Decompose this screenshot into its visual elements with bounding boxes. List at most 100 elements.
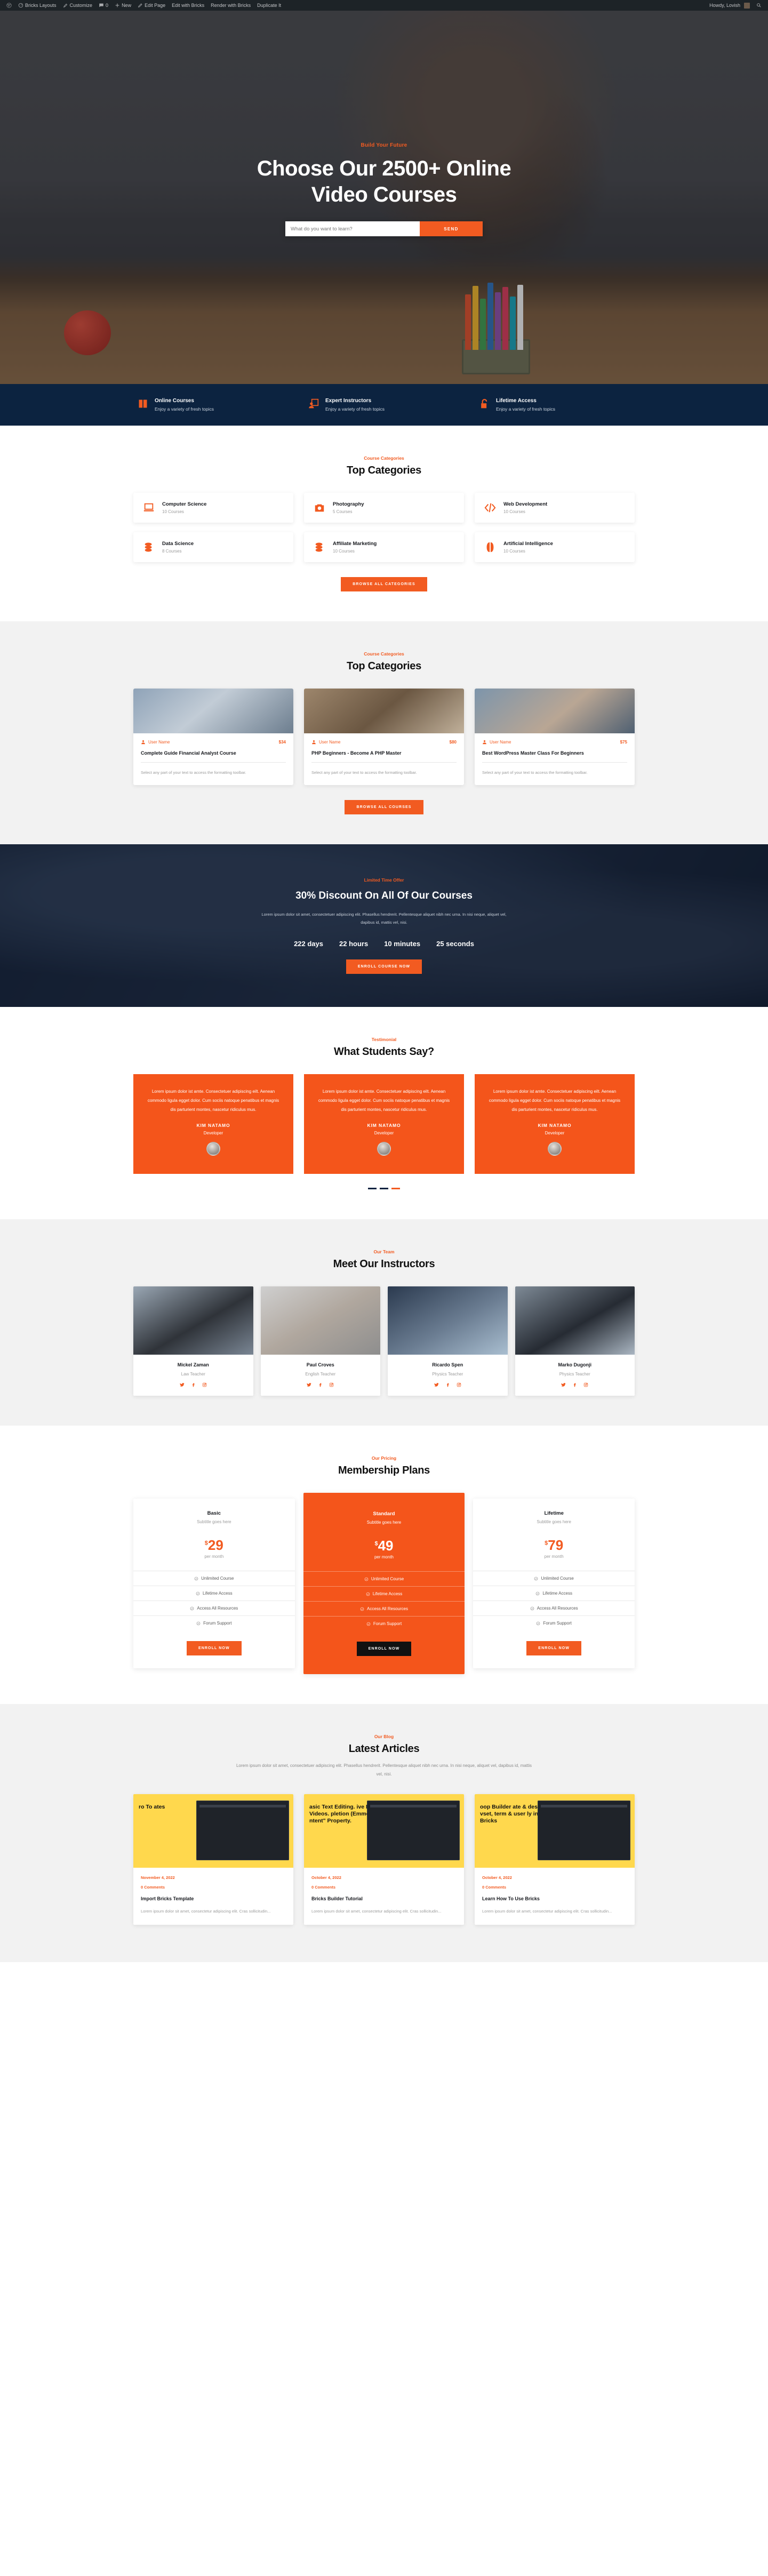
enroll-now-button[interactable]: ENROLL NOW: [186, 1641, 242, 1656]
blog-post-card[interactable]: oop Builder ate & design vset, term & us…: [475, 1794, 635, 1925]
admin-bar-account[interactable]: Howdy, Lovish: [706, 0, 753, 11]
countdown-hours: 22 hours: [339, 940, 369, 948]
admin-bar-item-edit-page[interactable]: Edit Page: [134, 0, 169, 11]
check-circle-icon: [537, 1621, 540, 1626]
feature-subtitle: Enjoy a variety of fresh topics: [325, 406, 385, 412]
instagram-icon[interactable]: [583, 1382, 588, 1387]
facebook-icon[interactable]: [191, 1382, 196, 1387]
twitter-icon[interactable]: [561, 1382, 566, 1387]
facebook-icon[interactable]: [572, 1382, 577, 1387]
facebook-icon[interactable]: [318, 1382, 323, 1387]
plan-amount: 29: [207, 1537, 223, 1554]
carousel-dot-3[interactable]: [391, 1188, 400, 1190]
category-card[interactable]: Web Development 10 Courses: [475, 493, 635, 523]
carousel-dot-1[interactable]: [368, 1188, 377, 1190]
admin-bar-item-new[interactable]: New: [111, 0, 134, 11]
carousel-dot-2[interactable]: [380, 1188, 388, 1190]
course-card[interactable]: User Name $75 Best WordPress Master Clas…: [475, 689, 635, 785]
enroll-now-button[interactable]: ENROLL NOW: [356, 1642, 412, 1657]
instructor-card[interactable]: Mickel Zaman Law Teacher: [133, 1286, 253, 1396]
post-excerpt: Lorem ipsum dolor sit amet, consectetur …: [141, 1908, 271, 1914]
admin-bar-label: Customize: [69, 3, 93, 8]
admin-bar-greeting: Howdy, Lovish: [709, 3, 740, 8]
enroll-now-button[interactable]: ENROLL NOW: [526, 1641, 581, 1656]
facebook-icon[interactable]: [445, 1382, 450, 1387]
blog-post-card[interactable]: asic Text Editing. ive BG Videos. pletio…: [304, 1794, 464, 1925]
plan-feature: Unlimited Course: [133, 1571, 295, 1586]
hero-eyebrow: Build Your Future: [361, 142, 407, 148]
admin-bar-item-bricks-layouts[interactable]: Bricks Layouts: [15, 0, 60, 11]
twitter-icon[interactable]: [307, 1382, 311, 1387]
wordpress-logo-item[interactable]: [3, 0, 15, 11]
instructor-role: Law Teacher: [181, 1372, 205, 1377]
plan-subtitle: Subtitle goes here: [537, 1519, 571, 1525]
instructor-name: Mickel Zaman: [177, 1362, 209, 1368]
blog-post-card[interactable]: ro To ates November 4, 2022 0 Comments I…: [133, 1794, 293, 1925]
plan-feature-label: Lifetime Access: [203, 1591, 233, 1596]
hero-title: Choose Our 2500+ Online Video Courses: [257, 156, 511, 208]
plan-amount: 49: [378, 1538, 394, 1554]
admin-bar-label: Bricks Layouts: [25, 3, 57, 8]
categories-container: Course Categories Top Categories Compute…: [133, 455, 635, 591]
admin-bar-item-customize[interactable]: Customize: [60, 0, 96, 11]
post-thumbnail: asic Text Editing. ive BG Videos. pletio…: [304, 1794, 464, 1868]
feature-subtitle: Enjoy a variety of fresh topics: [496, 406, 556, 412]
enroll-course-now-button[interactable]: ENROLL COURSE NOW: [346, 959, 422, 974]
avatar: [744, 2, 750, 9]
plan-feature: Access All Resources: [133, 1601, 295, 1615]
instructor-card[interactable]: Paul Croves English Teacher: [260, 1286, 380, 1396]
plan-subtitle: Subtitle goes here: [366, 1520, 402, 1525]
twitter-icon[interactable]: [434, 1382, 439, 1387]
testimonial-card: Lorem ipsum dolor ist amte. Consectetuer…: [304, 1074, 464, 1174]
category-card[interactable]: Data Science 8 Courses: [133, 532, 293, 562]
courses-section: Course Categories Top Categories User Na…: [0, 621, 768, 844]
category-card[interactable]: Computer Science 10 Courses: [133, 493, 293, 523]
course-image: [133, 689, 293, 733]
search-icon: [757, 3, 761, 7]
instructor-body: Marko Dugonji Physics Teacher: [515, 1355, 635, 1396]
wp-admin-bar: Bricks Layouts Customize 0 New Edit Page…: [0, 0, 768, 11]
instagram-icon[interactable]: [202, 1382, 207, 1387]
category-card[interactable]: Affiliate Marketing 10 Courses: [304, 532, 464, 562]
plan-feature-label: Forum Support: [203, 1621, 232, 1626]
course-card[interactable]: User Name $80 PHP Beginners - Become A P…: [304, 689, 464, 785]
course-card[interactable]: User Name $34 Complete Guide Financial A…: [133, 689, 293, 785]
courses-header: Course Categories Top Categories: [133, 651, 635, 673]
categories-section: Course Categories Top Categories Compute…: [0, 426, 768, 621]
course-author-name: User Name: [148, 740, 170, 745]
send-button[interactable]: SEND: [420, 221, 483, 237]
course-meta: User Name $75: [482, 740, 627, 745]
category-card[interactable]: Artificial Intelligence 10 Courses: [475, 532, 635, 562]
blog-header: Our Blog Latest Articles Lorem ipsum dol…: [133, 1734, 635, 1778]
category-count: 10 Courses: [503, 509, 525, 514]
browse-all-courses-button[interactable]: BROWSE ALL COURSES: [345, 799, 423, 814]
plan-feature: Access All Resources: [303, 1601, 465, 1616]
instructor-card[interactable]: Marko Dugonji Physics Teacher: [515, 1286, 635, 1396]
instagram-icon[interactable]: [329, 1382, 334, 1387]
check-circle-icon: [190, 1606, 194, 1611]
testimonial-quote: Lorem ipsum dolor ist amte. Consectetuer…: [147, 1089, 279, 1113]
course-author-name: User Name: [490, 740, 511, 745]
admin-bar-item-render-with-bricks[interactable]: Render with Bricks: [207, 0, 254, 11]
course-price: $75: [620, 740, 627, 745]
laptop-icon: [143, 503, 154, 511]
testimonials-container: Testimonial What Students Say? Lorem ips…: [133, 1037, 635, 1190]
instructor-card[interactable]: Ricardo Spen Physics Teacher: [388, 1286, 508, 1396]
twitter-icon[interactable]: [180, 1382, 185, 1387]
category-count: 10 Courses: [503, 549, 525, 554]
category-card[interactable]: Photography 5 Courses: [304, 493, 464, 523]
features-bar: Online Courses Enjoy a variety of fresh …: [0, 384, 768, 426]
admin-bar-item-edit-with-bricks[interactable]: Edit with Bricks: [169, 0, 207, 11]
plan-cta-wrap: ENROLL NOW: [303, 1642, 465, 1657]
admin-bar-item-duplicate-it[interactable]: Duplicate It: [254, 0, 284, 11]
browse-all-categories-button[interactable]: BROWSE ALL CATEGORIES: [341, 577, 427, 591]
admin-bar-search[interactable]: [753, 0, 765, 11]
instagram-icon[interactable]: [457, 1382, 461, 1387]
coins-icon: [145, 542, 152, 552]
user-icon: [312, 740, 316, 745]
admin-bar-label: Duplicate It: [257, 3, 282, 8]
page-title: Top Categories: [347, 465, 421, 476]
admin-bar-item-comments[interactable]: 0: [95, 0, 111, 11]
search-input[interactable]: [285, 221, 420, 237]
instructor-photo: [388, 1286, 508, 1355]
